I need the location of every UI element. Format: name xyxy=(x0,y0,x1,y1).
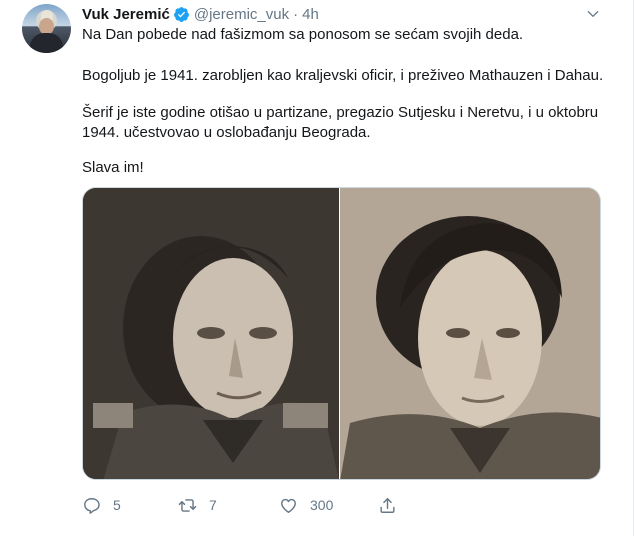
retweet-count: 7 xyxy=(209,497,217,513)
tweet-header: Vuk Jeremić @jeremic_vuk · 4h xyxy=(82,5,319,23)
portrait-left-image xyxy=(83,188,339,479)
tweet-text-paragraph: Šerif je iste godine otišao u partizane,… xyxy=(82,104,599,141)
avatar-suit xyxy=(30,33,63,53)
tweet[interactable]: Vuk Jeremić @jeremic_vuk · 4h Na Dan pob… xyxy=(0,0,633,536)
author-handle[interactable]: @jeremic_vuk xyxy=(194,6,289,23)
share-button[interactable] xyxy=(378,493,397,517)
author-name[interactable]: Vuk Jeremić xyxy=(82,6,170,23)
like-count: 300 xyxy=(310,497,334,513)
photo-left[interactable] xyxy=(83,188,339,479)
tweet-text-paragraph: Bogoljub je 1941. zarobljen kao kraljevs… xyxy=(82,67,604,84)
like-button[interactable]: 300 xyxy=(279,493,333,517)
photo-right[interactable] xyxy=(340,188,600,479)
tweet-text-paragraph: Na Dan pobede nad fašizmom sa ponosom se… xyxy=(82,26,524,43)
retweet-icon xyxy=(178,498,197,512)
portrait-right-image xyxy=(340,188,600,479)
tweet-actions: 5 7 300 xyxy=(82,493,602,517)
reply-count: 5 xyxy=(113,497,121,513)
chevron-down-icon[interactable] xyxy=(585,6,601,22)
tweet-media[interactable] xyxy=(82,187,601,480)
heart-icon xyxy=(281,498,296,513)
avatar[interactable] xyxy=(22,4,71,53)
reply-button[interactable]: 5 xyxy=(82,493,121,517)
tweet-text-paragraph: Slava im! xyxy=(82,159,144,176)
header-separator: · xyxy=(293,5,299,23)
tweet-timestamp[interactable]: 4h xyxy=(302,6,319,23)
verified-badge-icon xyxy=(173,6,189,22)
share-icon xyxy=(380,497,395,513)
retweet-button[interactable]: 7 xyxy=(178,493,217,517)
reply-icon xyxy=(84,497,100,514)
